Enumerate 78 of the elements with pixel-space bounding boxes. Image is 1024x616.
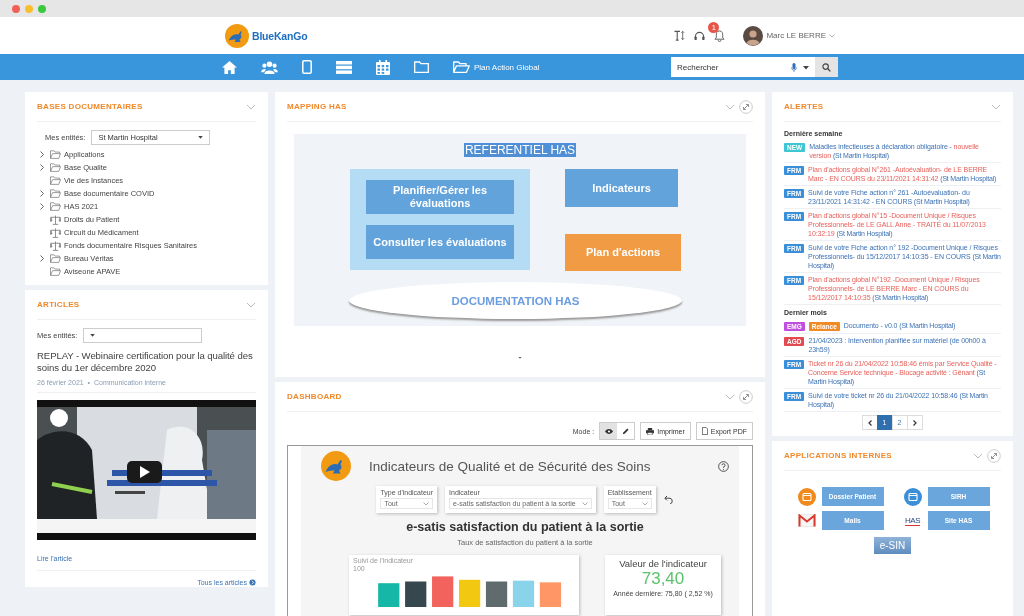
panel-title: ARTICLES: [37, 300, 80, 309]
scale-icon: [50, 227, 61, 238]
search-button[interactable]: [815, 57, 838, 77]
has-logo: HAS: [905, 515, 920, 526]
file-icon: [701, 427, 708, 435]
folder-icon: [50, 202, 61, 211]
report-title: Indicateurs de Qualité et de Sécurité des Soins: [369, 458, 651, 474]
headset-icon[interactable]: [694, 30, 706, 41]
folder-icon: [50, 163, 61, 172]
server-icon[interactable]: [336, 60, 352, 74]
expand-icon[interactable]: [739, 99, 753, 114]
chevron-down-icon: [641, 501, 648, 506]
logo-icon: [321, 451, 351, 481]
entity-select[interactable]: [83, 328, 203, 343]
footer-mark: -: [518, 352, 522, 362]
undo-icon[interactable]: [663, 495, 674, 504]
panel-title: MAPPING HAS: [287, 102, 347, 111]
window-close-control[interactable]: [12, 4, 20, 13]
caret-icon: [90, 334, 96, 337]
microphone-icon[interactable]: [791, 63, 797, 72]
logo-text: BlueKanGo: [252, 29, 308, 42]
caret-icon[interactable]: [803, 65, 809, 70]
chevron-left-icon: [867, 419, 872, 426]
users-icon[interactable]: [261, 60, 278, 74]
avatar-icon[interactable]: [743, 25, 764, 46]
chevron-right-icon: [912, 419, 917, 426]
folder-open-icon[interactable]: [453, 61, 470, 73]
help-icon[interactable]: [718, 460, 729, 472]
folder-icon: [50, 189, 61, 198]
mail-icon: [797, 514, 816, 527]
caret-icon: [198, 136, 204, 139]
eye-icon: [604, 428, 613, 434]
calendar-icon[interactable]: [376, 59, 390, 75]
panel-title: APPLICATIONS INTERNES: [784, 451, 892, 460]
kpi-value: 73,40: [641, 569, 685, 589]
folder-icon: [50, 267, 61, 276]
kpi-title: Valeur de l'indicateur: [619, 558, 707, 569]
panel-title: BASES DOCUMENTAIRES: [37, 102, 143, 111]
chevron-down-icon[interactable]: [725, 103, 735, 110]
chevron-right-icon[interactable]: [40, 255, 44, 262]
window-icon: [903, 487, 922, 506]
report-heading: e-satis satisfaction du patient à la sortie: [406, 520, 644, 534]
expand-icon[interactable]: [987, 448, 1001, 463]
chevron-down-icon[interactable]: [973, 452, 983, 459]
scale-icon: [50, 214, 61, 225]
chevron-down-icon[interactable]: [246, 301, 256, 308]
view-mode-button[interactable]: [600, 423, 618, 439]
folder-icon: [50, 150, 61, 159]
search-icon: [822, 62, 831, 72]
user-name[interactable]: Marc LE BERRE: [766, 31, 826, 40]
printer-icon: [646, 427, 655, 435]
chevron-down-icon[interactable]: [725, 393, 735, 400]
nav-link[interactable]: Plan Action Global: [474, 62, 540, 72]
home-icon[interactable]: [222, 60, 237, 74]
text-size-icon[interactable]: [674, 30, 686, 41]
scale-icon: [50, 240, 61, 251]
chevron-down-icon[interactable]: [246, 103, 256, 110]
pencil-icon: [622, 427, 630, 435]
expand-icon[interactable]: [739, 389, 753, 404]
bell-icon[interactable]: [714, 29, 726, 42]
tablet-icon[interactable]: [302, 60, 312, 74]
chevron-down-icon: [423, 501, 430, 506]
arrow-circle-icon[interactable]: [249, 579, 256, 586]
folder-icon: [50, 254, 61, 263]
panel-title: ALERTES: [784, 102, 824, 111]
folder-icon[interactable]: [414, 61, 429, 73]
documentation-ellipse[interactable]: DOCUMENTATION HAS: [349, 282, 682, 319]
window-maximize-control[interactable]: [38, 4, 46, 13]
window-icon: [797, 487, 816, 506]
previous-page-button[interactable]: [861, 415, 878, 430]
folder-icon: [50, 176, 61, 185]
article-title[interactable]: REPLAY - Webinaire certification pour la qualité des soins du 1er décembre 2020: [37, 350, 256, 373]
logo-icon: [225, 23, 249, 48]
chevron-down-icon[interactable]: [991, 103, 1001, 110]
diagram-heading: REFERENTIEL HAS: [463, 143, 577, 157]
panel-title: DASHBOARD: [287, 392, 342, 401]
search-field[interactable]: Rechercher: [671, 57, 815, 77]
chevron-down-icon: [581, 501, 588, 506]
